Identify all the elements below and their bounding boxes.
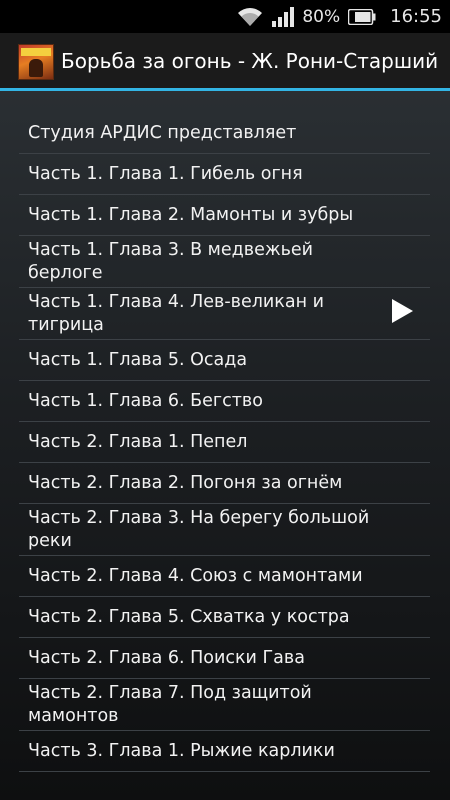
book-cover-icon[interactable]: [18, 44, 54, 80]
list-item-label: Часть 3. Глава 1. Рыжие карлики: [28, 741, 335, 761]
list-item-label: Часть 1. Глава 3. В медвежьей берлоге: [28, 239, 314, 283]
icon-band: [21, 48, 51, 56]
list-item[interactable]: Часть 1. Глава 2. Мамонты и зубры: [19, 195, 430, 236]
list-item-label: Часть 2. Глава 6. Поиски Гава: [28, 648, 305, 668]
list-item-label: Часть 1. Глава 6. Бегство: [28, 391, 263, 411]
clock: 16:55: [390, 6, 442, 27]
list-item-label: Часть 2. Глава 5. Схватка у костра: [28, 607, 350, 627]
list-item[interactable]: Часть 1. Глава 1. Гибель огня: [19, 154, 430, 195]
battery-percent: 80%: [302, 6, 341, 27]
list-item[interactable]: Часть 1. Глава 3. В медвежьей берлоге: [19, 236, 430, 288]
status-bar: 80% 16:55: [0, 0, 450, 33]
status-bar-right: 80% 16:55: [237, 0, 442, 33]
list-item[interactable]: Часть 2. Глава 3. На берегу большой реки: [19, 504, 430, 556]
list-item-label: Часть 2. Глава 3. На берегу большой реки: [28, 507, 370, 551]
list-item[interactable]: Часть 2. Глава 6. Поиски Гава: [19, 638, 430, 679]
list-item[interactable]: Студия АРДИС представляет: [19, 113, 430, 154]
wifi-icon: [238, 7, 263, 26]
battery-icon: [348, 8, 376, 25]
list-item[interactable]: Часть 2. Глава 1. Пепел: [19, 422, 430, 463]
list-item[interactable]: Часть 2. Глава 2. Погоня за огнём: [19, 463, 430, 504]
list-item-label: Часть 1. Глава 2. Мамонты и зубры: [28, 205, 354, 225]
list-item[interactable]: Часть 1. Глава 5. Осада: [19, 340, 430, 381]
chapter-list-panel: Студия АРДИС представляет Часть 1. Глава…: [0, 91, 450, 800]
list-item[interactable]: Часть 2. Глава 5. Схватка у костра: [19, 597, 430, 638]
icon-figure: [29, 59, 43, 77]
signal-icon: [272, 6, 295, 27]
list-item-label: Часть 1. Глава 5. Осада: [28, 350, 248, 370]
list-item-label: Часть 1. Глава 1. Гибель огня: [28, 164, 303, 184]
list-item-label: Часть 1. Глава 4. Лев-великан и тигрица: [28, 291, 324, 335]
list-item-label: Студия АРДИС представляет: [28, 123, 297, 143]
chapter-list: Студия АРДИС представляет Часть 1. Глава…: [19, 113, 430, 772]
list-item-label: Часть 2. Глава 4. Союз с мамонтами: [28, 566, 363, 586]
list-item-label: Часть 2. Глава 2. Погоня за огнём: [28, 473, 343, 493]
list-item[interactable]: Часть 2. Глава 4. Союз с мамонтами: [19, 556, 430, 597]
list-item-label: Часть 2. Глава 7. Под защитой мамонтов: [28, 682, 312, 726]
list-item[interactable]: Часть 3. Глава 1. Рыжие карлики: [19, 731, 430, 772]
list-item[interactable]: Часть 1. Глава 6. Бегство: [19, 381, 430, 422]
list-item-label: Часть 2. Глава 1. Пепел: [28, 432, 248, 452]
app-title: Борьба за огонь - Ж. Рони-Старший: [61, 49, 439, 73]
play-icon[interactable]: [390, 298, 414, 324]
list-item[interactable]: Часть 2. Глава 7. Под защитой мамонтов: [19, 679, 430, 731]
list-item-active[interactable]: Часть 1. Глава 4. Лев-великан и тигрица: [19, 288, 430, 340]
